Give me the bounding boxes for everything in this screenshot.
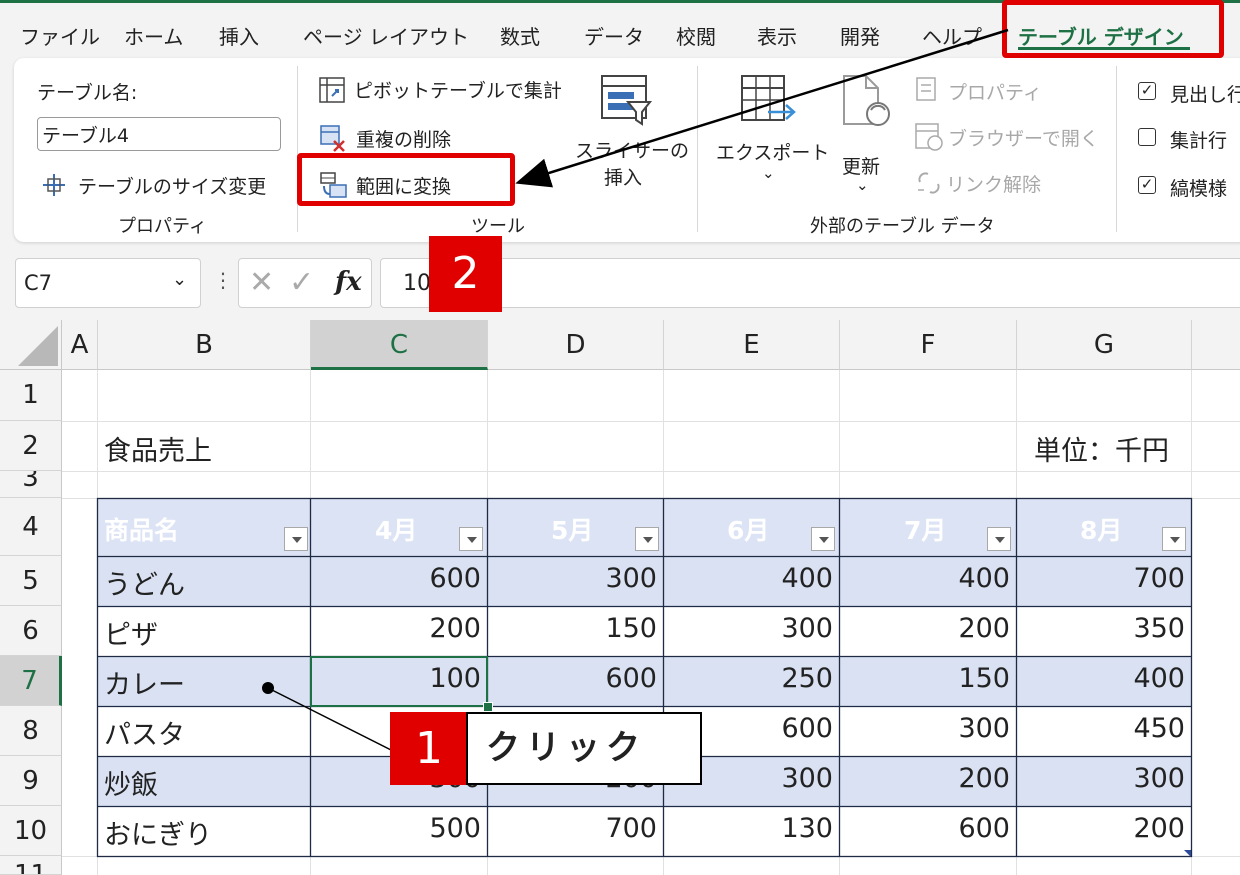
step-1-badge: 1 — [390, 712, 468, 785]
step-1-callout: クリック — [466, 712, 702, 785]
